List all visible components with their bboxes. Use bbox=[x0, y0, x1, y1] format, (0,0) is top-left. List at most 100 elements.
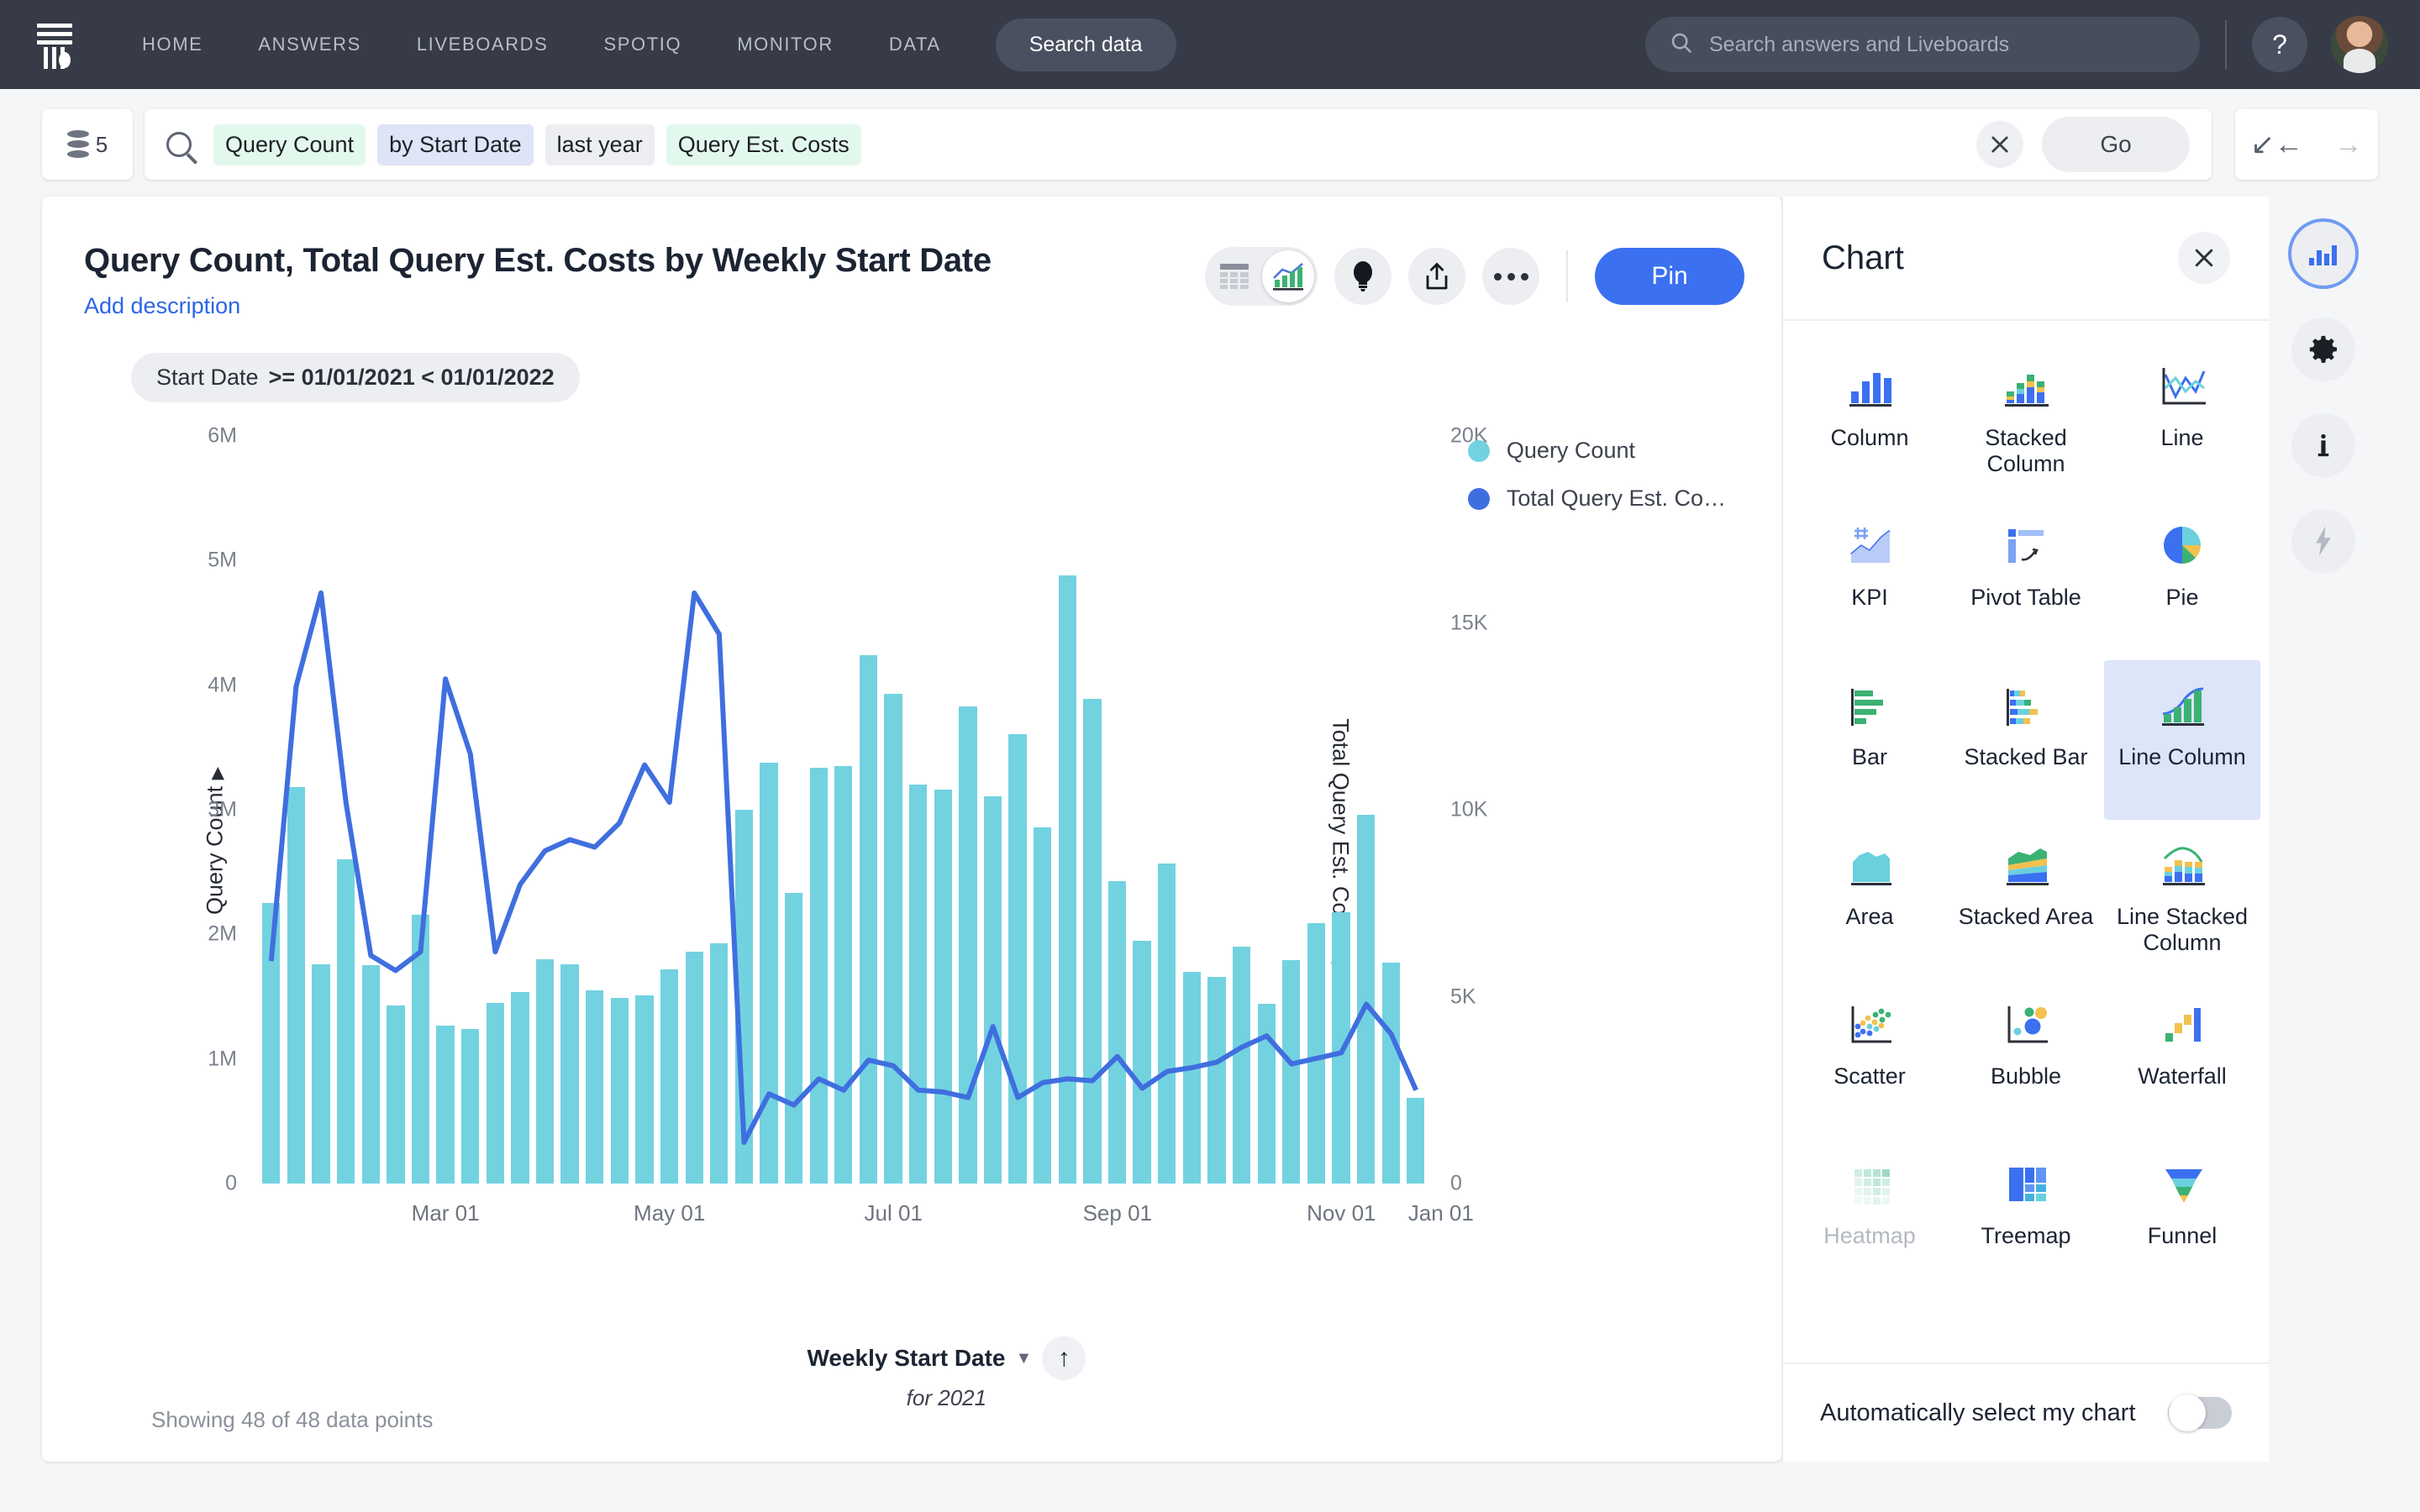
query-token-query-count[interactable]: Query Count bbox=[213, 123, 366, 165]
lightning-icon[interactable] bbox=[2291, 509, 2355, 573]
pie-chart-icon bbox=[2155, 519, 2209, 568]
nav-item-data[interactable]: DATA bbox=[861, 25, 969, 64]
help-button[interactable]: ? bbox=[2252, 17, 2307, 72]
toolbar-divider bbox=[1566, 250, 1568, 302]
y-tick-label: 6M bbox=[208, 423, 237, 448]
y-tick-label: 2M bbox=[208, 921, 237, 946]
chart-type-stacked-bar[interactable]: Stacked Bar bbox=[1948, 660, 2104, 820]
chart-type-scatter[interactable]: Scatter bbox=[1791, 979, 1948, 1139]
x-axis-control: Weekly Start Date ▼ ↑ for 2021 bbox=[807, 1336, 1086, 1411]
info-icon[interactable] bbox=[2291, 413, 2355, 477]
y-tick-label: 3M bbox=[208, 797, 237, 822]
scatter-chart-icon bbox=[1843, 998, 1897, 1047]
y-tick-label: 5M bbox=[208, 548, 237, 572]
chart-type-label: Bar bbox=[1851, 744, 1888, 769]
area-chart-icon bbox=[1843, 838, 1897, 887]
table-view-icon[interactable] bbox=[1208, 250, 1260, 302]
go-button[interactable]: Go bbox=[2042, 117, 2190, 172]
chart-view-icon[interactable] bbox=[1262, 250, 1314, 302]
chart-type-pivot-table[interactable]: Pivot Table bbox=[1948, 501, 2104, 660]
chart-type-stacked-area[interactable]: Stacked Area bbox=[1948, 820, 2104, 979]
data-point-count-note: Showing 48 of 48 data points bbox=[151, 1407, 434, 1432]
undo-arrow-icon[interactable]: ↙← bbox=[2250, 130, 2303, 159]
undo-redo-group: ↙← → bbox=[2235, 109, 2378, 180]
chevron-down-icon[interactable]: ▼ bbox=[1016, 1349, 1033, 1368]
pin-button[interactable]: Pin bbox=[1595, 248, 1744, 305]
auto-select-row: Automatically select my chart bbox=[1783, 1362, 2269, 1462]
bar-chart-icon bbox=[1843, 679, 1897, 727]
filter-chip-value: >= 01/01/2021 < 01/01/2022 bbox=[268, 365, 555, 390]
query-search-bar[interactable]: Query Count by Start Date last year Quer… bbox=[145, 109, 2212, 180]
kpi-icon bbox=[1843, 519, 1897, 568]
x-axis-subtitle: for 2021 bbox=[906, 1385, 987, 1410]
chart-type-stacked-column[interactable]: Stacked Column bbox=[1948, 341, 2104, 501]
close-icon[interactable] bbox=[2178, 232, 2230, 284]
share-upload-icon[interactable] bbox=[1408, 248, 1465, 305]
funnel-chart-icon bbox=[2155, 1158, 2209, 1206]
query-token-query-est-costs[interactable]: Query Est. Costs bbox=[666, 123, 861, 165]
chart-type-area[interactable]: Area bbox=[1791, 820, 1948, 979]
chart-type-label: Line Column bbox=[2118, 744, 2246, 769]
nav-item-monitor[interactable]: MONITOR bbox=[709, 25, 861, 64]
data-source-selector[interactable]: 5 bbox=[42, 109, 133, 180]
primary-nav-links: HOME ANSWERS LIVEBOARDS SPOTIQ MONITOR D… bbox=[114, 18, 1176, 71]
nav-item-home[interactable]: HOME bbox=[114, 25, 230, 64]
clear-query-button[interactable] bbox=[1976, 121, 2023, 168]
y2-tick-label: 0 bbox=[1450, 1171, 1462, 1195]
chart-type-kpi[interactable]: KPI bbox=[1791, 501, 1948, 660]
nav-item-answers[interactable]: ANSWERS bbox=[230, 25, 388, 64]
add-description-link[interactable]: Add description bbox=[84, 293, 1205, 319]
chart-type-label: Column bbox=[1830, 425, 1909, 450]
avatar[interactable] bbox=[2331, 16, 2388, 73]
nav-divider bbox=[2225, 20, 2227, 69]
filter-chip-start-date[interactable]: Start Date >= 01/01/2021 < 01/01/2022 bbox=[131, 353, 580, 402]
chart-type-bar[interactable]: Bar bbox=[1791, 660, 1948, 820]
line-series-total-query-est-costs bbox=[268, 590, 1418, 1145]
chart-type-bubble[interactable]: Bubble bbox=[1948, 979, 2104, 1139]
x-tick-label: Mar 01 bbox=[411, 1200, 480, 1226]
redo-arrow-icon[interactable]: → bbox=[2334, 130, 2363, 159]
line-chart-icon bbox=[2155, 360, 2209, 408]
pivot-table-icon bbox=[1999, 519, 2053, 568]
line-stacked-column-chart-icon bbox=[2155, 838, 2209, 887]
lightbulb-icon[interactable] bbox=[1334, 248, 1392, 305]
chart-type-treemap[interactable]: Treemap bbox=[1948, 1139, 2104, 1299]
thoughtspot-logo-icon[interactable] bbox=[32, 18, 77, 71]
chart-type-grid: Column Stacked Column Line KPI Pivot Table Pi… bbox=[1783, 321, 2269, 1362]
line-path[interactable] bbox=[268, 590, 1418, 1145]
legend-item-query-count[interactable]: Query Count bbox=[1467, 438, 1726, 464]
nav-item-liveboards[interactable]: LIVEBOARDS bbox=[389, 25, 576, 64]
chart-type-line-stacked-column[interactable]: Line Stacked Column bbox=[2104, 820, 2260, 979]
nav-item-spotiq[interactable]: SPOTIQ bbox=[576, 25, 709, 64]
x-axis-field-name[interactable]: Weekly Start Date bbox=[807, 1345, 1005, 1372]
chart-type-line-column[interactable]: Line Column bbox=[2104, 660, 2260, 820]
chart-type-label: Line Stacked Column bbox=[2116, 904, 2249, 956]
auto-select-toggle[interactable] bbox=[2168, 1394, 2232, 1431]
global-search-input[interactable]: Search answers and Liveboards bbox=[1645, 17, 2200, 72]
waterfall-chart-icon bbox=[2155, 998, 2209, 1047]
answer-stage: Query Count, Total Query Est. Costs by W… bbox=[0, 197, 2420, 1462]
chart-type-column[interactable]: Column bbox=[1791, 341, 1948, 501]
more-horizontal-icon[interactable] bbox=[1482, 248, 1539, 305]
heatmap-chart-icon bbox=[1843, 1158, 1897, 1206]
search-data-button[interactable]: Search data bbox=[995, 18, 1176, 71]
chart-type-label: Funnel bbox=[2147, 1223, 2217, 1248]
chart-type-funnel[interactable]: Funnel bbox=[2104, 1139, 2260, 1299]
y-tick-label: 0 bbox=[225, 1171, 237, 1195]
sort-ascending-icon[interactable]: ↑ bbox=[1042, 1336, 1086, 1380]
search-bar-row: 5 Query Count by Start Date last year Qu… bbox=[0, 89, 2420, 197]
query-token-last-year[interactable]: last year bbox=[544, 123, 655, 165]
chart-type-label: Heatmap bbox=[1823, 1223, 1916, 1248]
legend-item-total-query-est-costs[interactable]: Total Query Est. Co… bbox=[1467, 486, 1726, 512]
legend-color-swatch bbox=[1467, 439, 1490, 462]
query-token-by-start-date[interactable]: by Start Date bbox=[377, 123, 534, 165]
chart-type-waterfall[interactable]: Waterfall bbox=[2104, 979, 2260, 1139]
search-icon bbox=[1669, 30, 1694, 60]
chart-config-icon[interactable] bbox=[2291, 222, 2355, 286]
chart-type-pie[interactable]: Pie bbox=[2104, 501, 2260, 660]
query-token-list: Query Count by Start Date last year Quer… bbox=[213, 123, 861, 165]
chart-type-label: Bubble bbox=[1990, 1063, 2062, 1089]
chart-type-line[interactable]: Line bbox=[2104, 341, 2260, 501]
gear-icon[interactable] bbox=[2291, 318, 2355, 381]
top-navigation-bar: HOME ANSWERS LIVEBOARDS SPOTIQ MONITOR D… bbox=[0, 0, 2420, 89]
